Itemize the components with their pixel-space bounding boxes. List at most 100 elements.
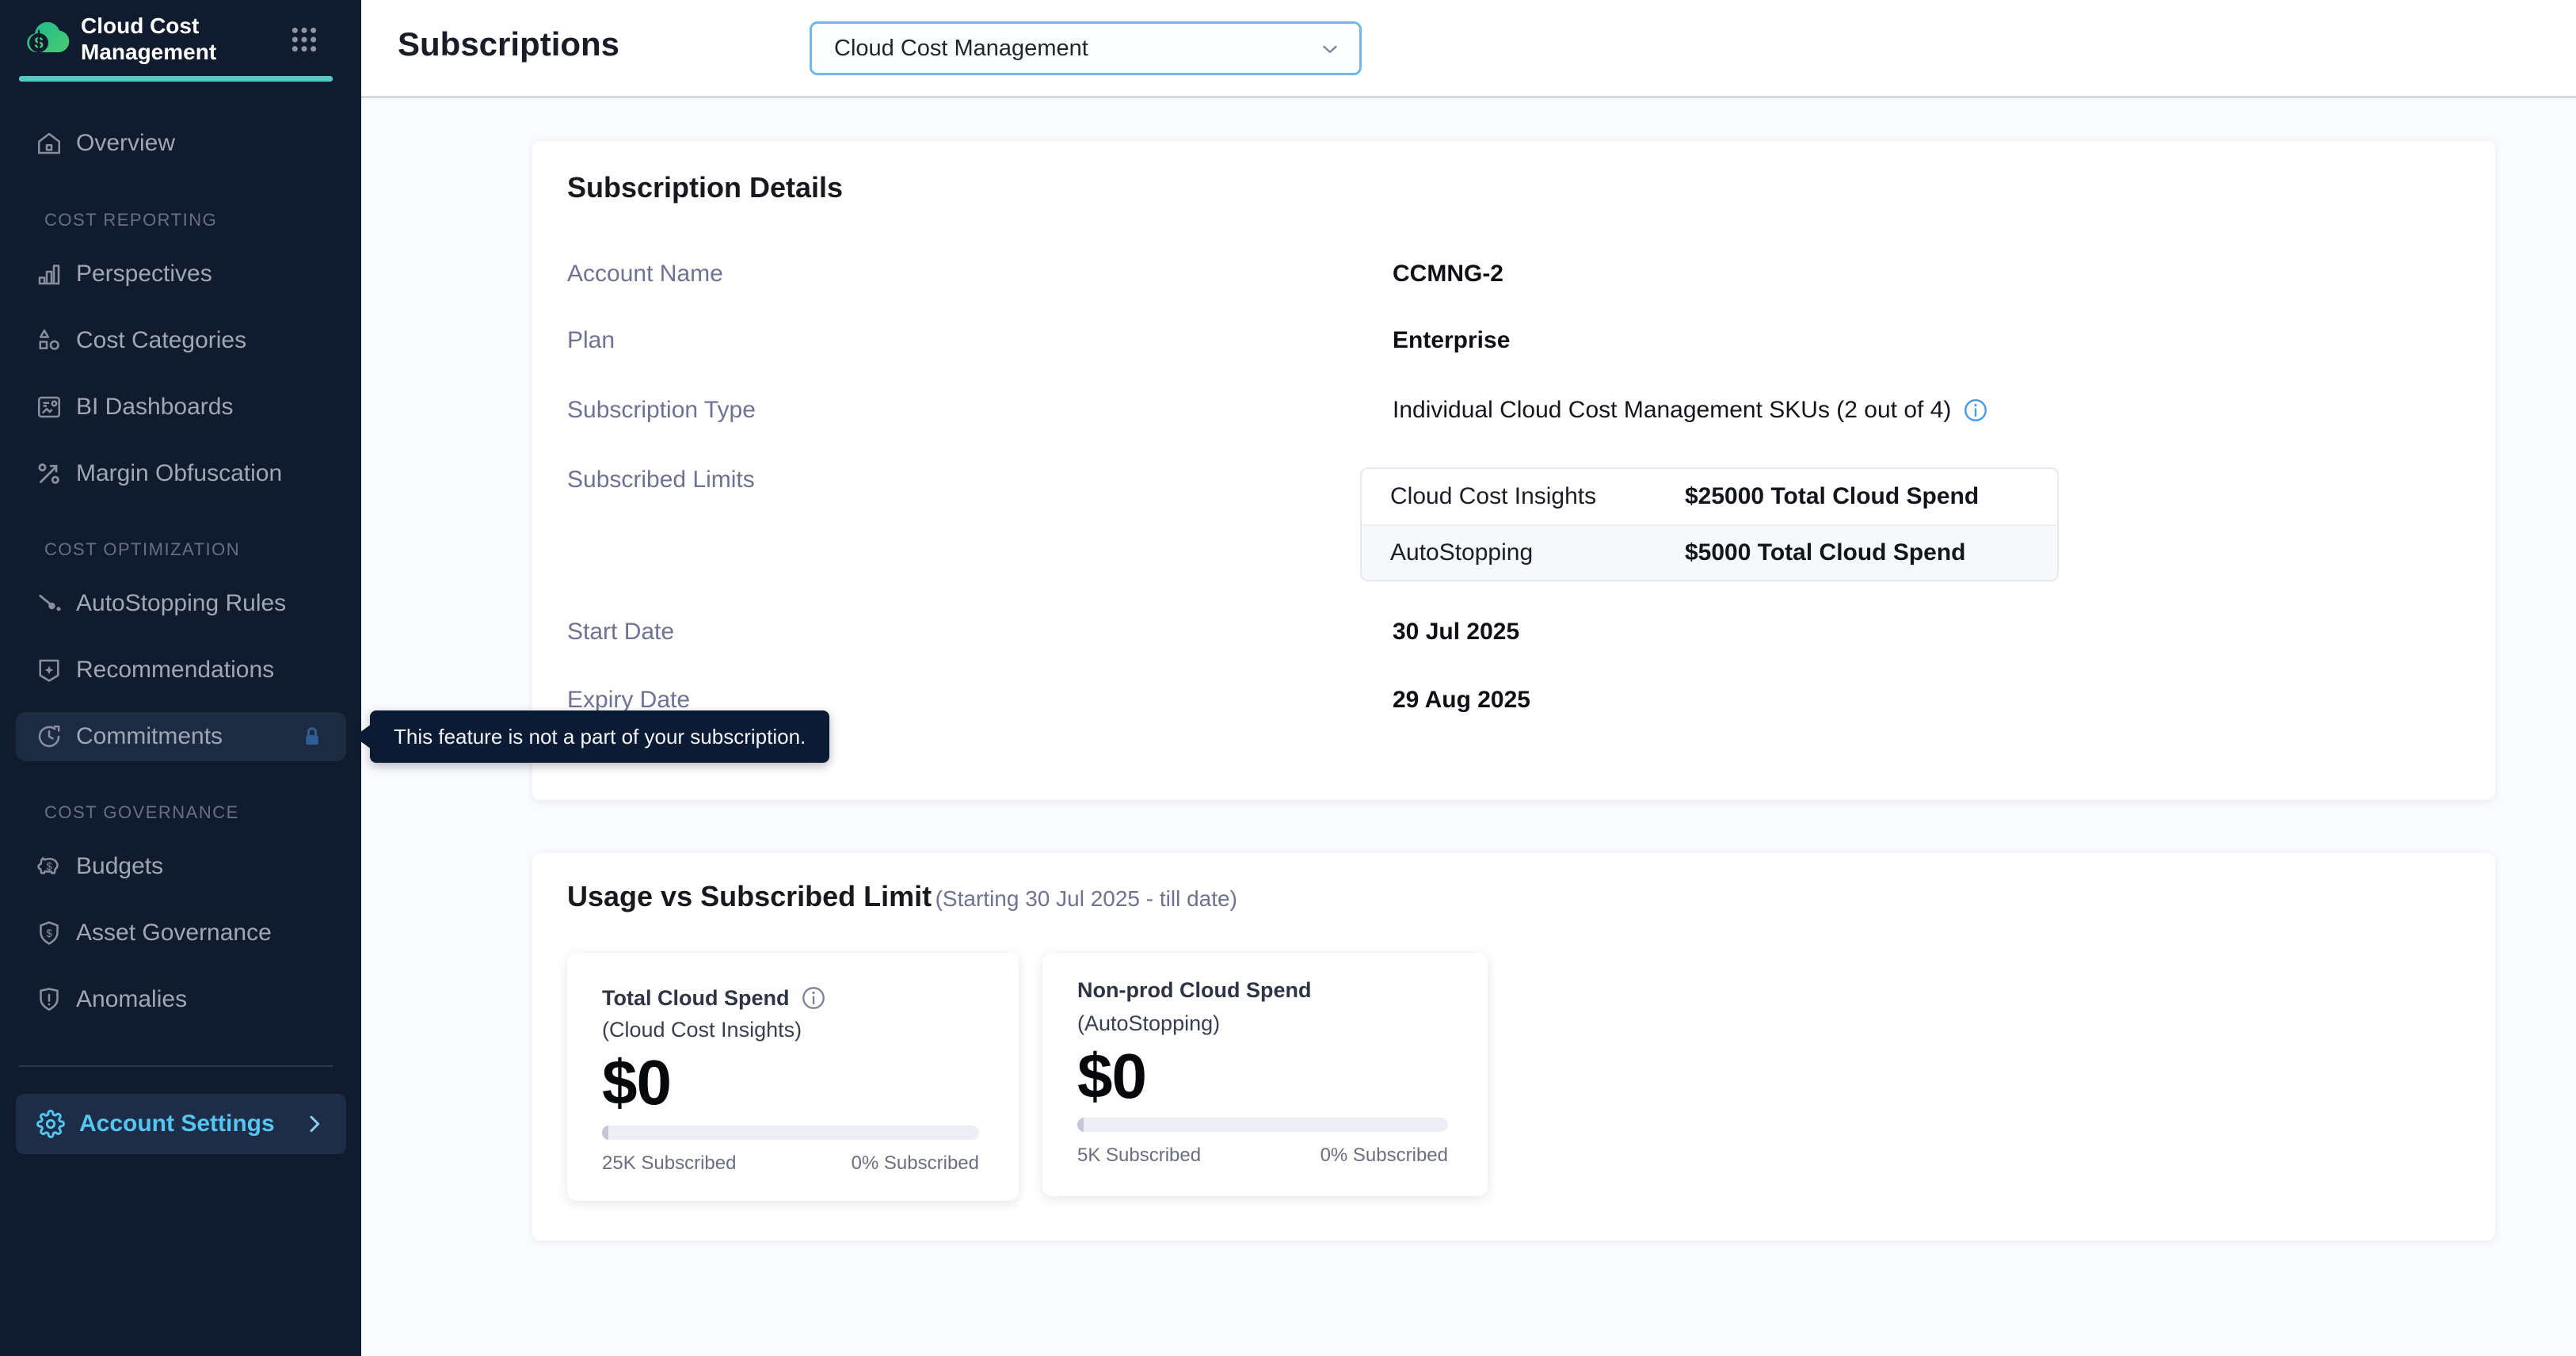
sidebar-item-label: Asset Governance <box>76 908 272 958</box>
usage-card-title: Total Cloud Spend <box>602 986 789 1011</box>
expiry-date-row: Expiry Date 29 Aug 2025 <box>567 686 2460 714</box>
sidebar-item-asset-governance[interactable]: $ Asset Governance <box>16 908 346 958</box>
subscribed-percent-label: 0% Subscribed <box>1320 1143 1448 1168</box>
subscription-type-label: Subscription Type <box>567 396 756 425</box>
subscription-type-text: Individual Cloud Cost Management SKUs (2… <box>1393 396 1951 425</box>
gear-icon <box>36 1110 65 1138</box>
sidebar-item-label: Commitments <box>76 712 223 761</box>
subscribed-percent-label: 0% Subscribed <box>852 1151 979 1176</box>
sidebar-item-account-settings[interactable]: Account Settings <box>16 1094 346 1154</box>
subscribed-amount-label: 5K Subscribed <box>1077 1143 1201 1168</box>
total-cloud-spend-card: Total Cloud Spend (Cloud Cost Insights) … <box>567 953 1019 1201</box>
shapes-icon <box>35 326 63 355</box>
subscription-type-value: Individual Cloud Cost Management SKUs (2… <box>1393 396 1989 425</box>
usage-amount: $0 <box>602 1046 671 1119</box>
sidebar-item-recommendations[interactable]: Recommendations <box>16 646 346 695</box>
usage-card-subtitle: (Cloud Cost Insights) <box>602 1018 802 1042</box>
usage-progress-fill <box>602 1126 608 1140</box>
expiry-date-value: 29 Aug 2025 <box>1393 686 1530 714</box>
autostopping-icon <box>35 589 63 618</box>
sidebar-item-label: AutoStopping Rules <box>76 579 286 628</box>
sidebar-section-cost-governance: COST GOVERNANCE <box>44 801 239 825</box>
sidebar-item-autostopping-rules[interactable]: AutoStopping Rules <box>16 579 346 628</box>
bar-chart-icon <box>35 260 63 288</box>
sidebar: $ Cloud Cost Management Overview <box>0 0 361 1356</box>
sidebar-item-label: Cost Categories <box>76 316 246 365</box>
plan-row: Plan Enterprise <box>567 326 2460 355</box>
svg-text:$: $ <box>46 927 52 939</box>
piggy-bank-icon: $ <box>35 852 63 881</box>
sidebar-item-budgets[interactable]: $ Budgets <box>16 842 346 891</box>
usage-progress-bar <box>602 1126 979 1140</box>
sku-name: Cloud Cost Insights <box>1362 483 1685 510</box>
chevron-down-icon <box>1318 37 1342 61</box>
page-title: Subscriptions <box>398 25 619 63</box>
commitments-clock-icon <box>35 722 63 751</box>
sidebar-item-commitments[interactable]: Commitments <box>16 712 346 761</box>
account-name-value: CCMNG-2 <box>1393 260 1503 288</box>
module-select-dropdown[interactable]: Cloud Cost Management <box>810 21 1362 75</box>
sidebar-item-bi-dashboards[interactable]: BI Dashboards <box>16 383 346 432</box>
sidebar-item-label: Overview <box>76 119 175 168</box>
dashboard-image-icon <box>35 393 63 421</box>
chevron-right-icon <box>302 1111 327 1137</box>
account-name-row: Account Name CCMNG-2 <box>567 260 2460 288</box>
sidebar-item-cost-categories[interactable]: Cost Categories <box>16 316 346 365</box>
subscribed-amount-label: 25K Subscribed <box>602 1151 736 1176</box>
usage-progress-bar <box>1077 1118 1448 1132</box>
subscribed-limits-label: Subscribed Limits <box>567 466 755 494</box>
sidebar-app-title: Cloud Cost Management <box>81 13 279 65</box>
subscribed-limits-table: Cloud Cost Insights $25000 Total Cloud S… <box>1360 467 2059 581</box>
shield-dollar-icon: $ <box>35 919 63 947</box>
sidebar-item-label: BI Dashboards <box>76 383 233 432</box>
sidebar-item-label: Anomalies <box>76 975 187 1024</box>
info-icon[interactable] <box>800 985 827 1011</box>
sidebar-item-label: Margin Obfuscation <box>76 449 282 498</box>
module-select-value: Cloud Cost Management <box>834 24 1088 73</box>
percent-trend-icon <box>35 459 63 488</box>
table-row: AutoStopping $5000 Total Cloud Spend <box>1362 524 2057 580</box>
ccm-logo-icon: $ <box>21 13 71 63</box>
usage-title: Usage vs Subscribed Limit <box>567 880 932 912</box>
usage-subtitle: (Starting 30 Jul 2025 - till date) <box>936 886 1237 911</box>
sku-name: AutoStopping <box>1362 539 1685 566</box>
sidebar-item-label: Perspectives <box>76 249 212 299</box>
usage-progress-fill <box>1077 1118 1084 1132</box>
start-date-value: 30 Jul 2025 <box>1393 618 1519 646</box>
plan-label: Plan <box>567 326 615 355</box>
sidebar-item-overview[interactable]: Overview <box>16 119 346 168</box>
app-switcher-icon[interactable] <box>288 24 320 55</box>
sku-limit: $25000 Total Cloud Spend <box>1685 483 2057 510</box>
plan-value: Enterprise <box>1393 326 1510 355</box>
info-icon[interactable] <box>1962 397 1989 424</box>
subscription-lock-tooltip: This feature is not a part of your subsc… <box>370 710 829 763</box>
usage-card-title: Non-prod Cloud Spend <box>1077 978 1311 1003</box>
usage-vs-limit-card: Usage vs Subscribed Limit (Starting 30 J… <box>532 853 2495 1240</box>
svg-text:$: $ <box>46 860 51 872</box>
sidebar-header: $ Cloud Cost Management <box>0 0 361 76</box>
usage-section-heading: Usage vs Subscribed Limit (Starting 30 J… <box>567 878 1237 921</box>
sidebar-item-margin-obfuscation[interactable]: Margin Obfuscation <box>16 449 346 498</box>
sidebar-section-cost-optimization: COST OPTIMIZATION <box>44 538 240 562</box>
lock-icon <box>299 724 326 751</box>
start-date-row: Start Date 30 Jul 2025 <box>567 618 2460 646</box>
sku-limit: $5000 Total Cloud Spend <box>1685 539 2057 566</box>
sidebar-item-label: Budgets <box>76 842 163 891</box>
top-bar: Subscriptions Cloud Cost Management <box>361 0 2576 98</box>
subscription-details-title: Subscription Details <box>567 171 843 204</box>
nonprod-cloud-spend-card: Non-prod Cloud Spend (AutoStopping) $0 5… <box>1042 953 1488 1196</box>
start-date-label: Start Date <box>567 618 674 646</box>
sidebar-item-anomalies[interactable]: Anomalies <box>16 975 346 1024</box>
recommendations-icon <box>35 656 63 684</box>
table-row: Cloud Cost Insights $25000 Total Cloud S… <box>1362 469 2057 524</box>
sidebar-section-cost-reporting: COST REPORTING <box>44 208 217 232</box>
page: $ Cloud Cost Management Overview <box>0 0 2576 1356</box>
shield-alert-icon <box>35 985 63 1014</box>
subscription-type-row: Subscription Type Individual Cloud Cost … <box>567 396 2460 425</box>
sidebar-footer-divider <box>19 1065 333 1067</box>
account-name-label: Account Name <box>567 260 723 288</box>
sidebar-item-label: Account Settings <box>79 1094 275 1154</box>
sidebar-item-perspectives[interactable]: Perspectives <box>16 249 346 299</box>
usage-amount: $0 <box>1077 1040 1146 1113</box>
subscription-details-card: Subscription Details Account Name CCMNG-… <box>532 141 2495 800</box>
